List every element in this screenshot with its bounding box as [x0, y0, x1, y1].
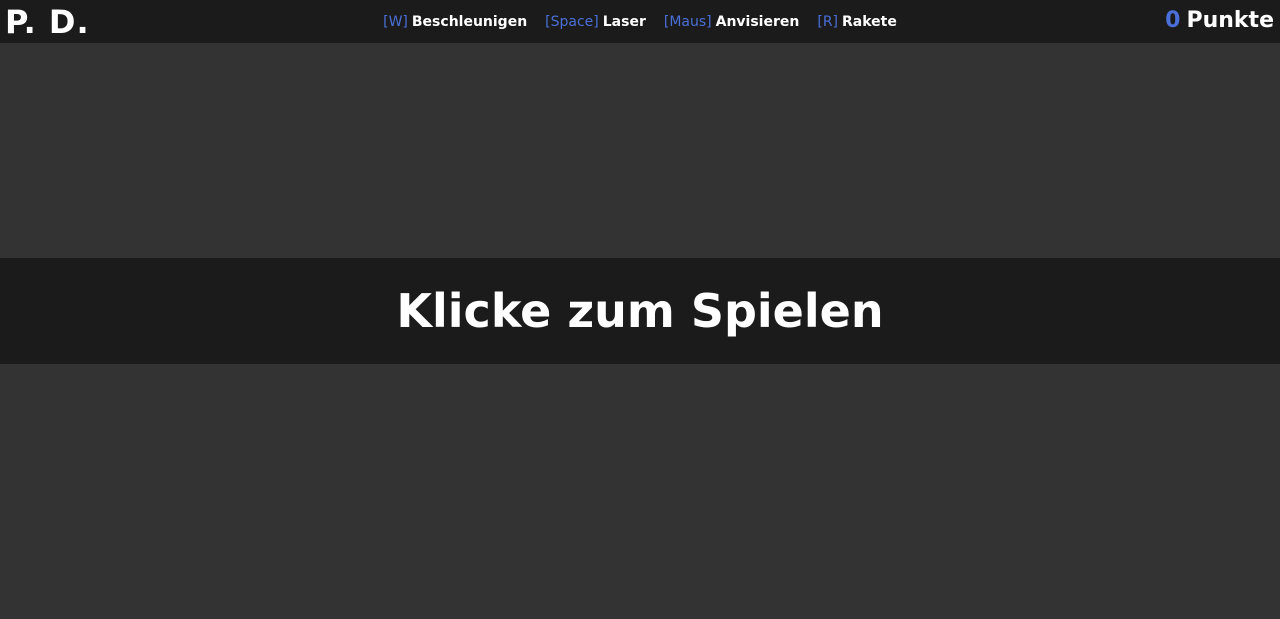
score-display: 0 Punkte: [1165, 4, 1274, 38]
control-rocket: [R] Rakete: [817, 14, 897, 30]
control-action: Beschleunigen: [411, 13, 528, 30]
control-key: [W]: [383, 13, 408, 30]
score-label: Punkte: [1186, 8, 1274, 33]
control-action: Laser: [602, 13, 646, 30]
logo: P. D.: [5, 3, 90, 41]
control-key: [R]: [817, 13, 839, 30]
control-aim: [Maus] Anvisieren: [664, 14, 799, 30]
top-bar: P. D. [W] Beschleunigen [Space] Laser [Mau…: [0, 0, 1280, 43]
control-action: Rakete: [842, 13, 897, 30]
control-accelerate: [W] Beschleunigen: [383, 14, 527, 30]
control-key: [Space]: [545, 13, 599, 30]
score-value: 0: [1165, 8, 1181, 33]
control-laser: [Space] Laser: [545, 14, 646, 30]
start-prompt: Klicke zum Spielen: [396, 284, 884, 338]
control-key: [Maus]: [663, 13, 712, 30]
controls-legend: [W] Beschleunigen [Space] Laser [Maus] Anvi…: [0, 0, 1280, 43]
control-action: Anvisieren: [715, 13, 800, 30]
start-overlay[interactable]: Klicke zum Spielen: [0, 258, 1280, 364]
